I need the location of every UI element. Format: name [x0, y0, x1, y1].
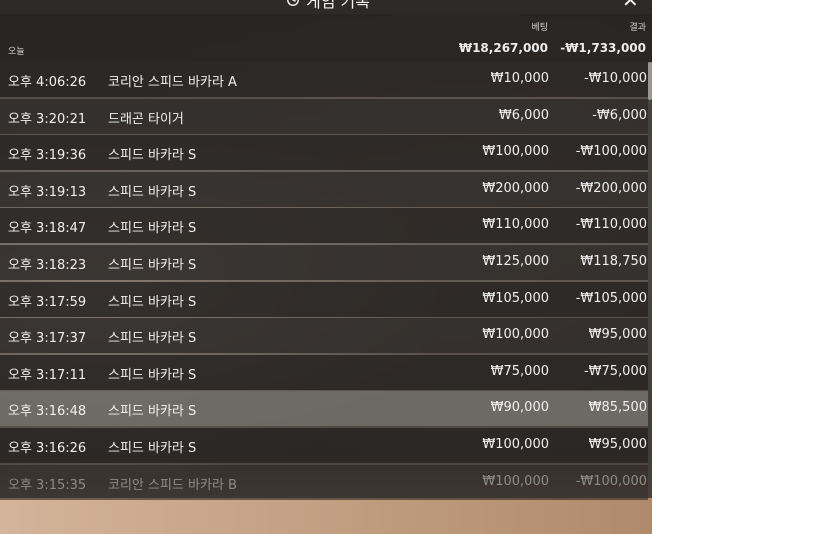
row-game-name: 스피드 바카라 S: [108, 148, 197, 164]
row-game-name: 스피드 바카라 S: [108, 184, 197, 200]
row-bet-amount: ₩100,000: [482, 436, 549, 452]
history-row[interactable]: 오후 3:17:11 스피드 바카라 S ₩75,000 -₩75,000: [0, 354, 648, 390]
row-result-amount: ₩95,000: [588, 327, 647, 343]
row-time: 오후 3:17:11: [8, 367, 87, 383]
history-row[interactable]: 오후 3:17:59 스피드 바카라 S ₩105,000 -₩105,000: [0, 281, 648, 317]
row-time: 오후 3:17:59: [8, 294, 87, 310]
row-time: 오후 3:17:37: [8, 331, 87, 347]
close-icon[interactable]: ✕: [622, 0, 639, 10]
row-result-amount: -₩100,000: [575, 473, 647, 489]
history-row[interactable]: 오후 3:15:35 코리안 스피드 바카라 B ₩100,000 -₩100,000: [0, 464, 648, 500]
row-result-amount: -₩75,000: [583, 363, 647, 379]
bet-column-header: 베팅: [531, 23, 548, 33]
row-time: 오후 3:19:36: [8, 148, 87, 164]
row-game-name: 드래곤 타이거: [108, 111, 184, 127]
panel-title-text: 게임 기록: [306, 0, 370, 11]
panel-title: 게임 기록: [286, 0, 370, 12]
row-bet-amount: ₩100,000: [482, 144, 549, 160]
row-time: 오후 4:06:26: [8, 75, 87, 90]
history-panel-titlebar: 게임 기록 ✕: [0, 0, 652, 14]
row-game-name: 스피드 바카라 S: [108, 367, 197, 383]
history-icon: [287, 0, 299, 6]
row-bet-amount: ₩100,000: [482, 327, 549, 343]
row-game-name: 스피드 바카라 S: [108, 221, 197, 237]
row-time: 오후 3:19:13: [8, 184, 87, 200]
scrollbar[interactable]: [648, 62, 652, 498]
row-game-name: 코리안 스피드 바카라 B: [108, 477, 237, 493]
row-game-name: 스피드 바카라 S: [108, 331, 197, 347]
row-game-name: 코리안 스피드 바카라 A: [108, 75, 237, 90]
row-time: 오후 3:16:26: [8, 440, 87, 456]
row-bet-amount: ₩110,000: [482, 217, 549, 233]
row-bet-amount: ₩10,000: [490, 71, 549, 86]
row-bet-amount: ₩105,000: [482, 290, 549, 306]
row-result-amount: -₩100,000: [575, 144, 647, 160]
history-row[interactable]: 오후 4:06:26 코리안 스피드 바카라 A ₩10,000 -₩10,000: [0, 62, 648, 97]
row-bet-amount: ₩75,000: [490, 363, 549, 379]
row-bet-amount: ₩100,000: [482, 473, 549, 489]
row-result-amount: -₩105,000: [575, 290, 647, 306]
row-time: 오후 3:15:35: [8, 477, 87, 493]
history-row[interactable]: 오후 3:18:23 스피드 바카라 S ₩125,000 ₩118,750: [0, 244, 648, 280]
row-bet-amount: ₩200,000: [482, 180, 549, 196]
row-game-name: 스피드 바카라 S: [108, 294, 197, 310]
row-time: 오후 3:18:47: [8, 221, 87, 237]
game-history-list: 오후 4:06:26 코리안 스피드 바카라 A ₩10,000 -₩10,000 오후…: [0, 62, 648, 500]
row-result-amount: -₩10,000: [583, 71, 647, 86]
history-row[interactable]: 오후 3:19:36 스피드 바카라 S ₩100,000 -₩100,000: [0, 135, 648, 171]
row-game-name: 스피드 바카라 S: [108, 440, 197, 456]
result-column-header: 결과: [629, 23, 646, 33]
scrollbar-thumb[interactable]: [648, 62, 652, 100]
history-header: 베팅 결과 오늘 ₩18,267,000 -₩1,733,000: [0, 14, 652, 62]
row-time: 오후 3:16:48: [8, 404, 87, 420]
row-result-amount: ₩95,000: [588, 436, 647, 452]
history-row[interactable]: 오후 3:16:48 스피드 바카라 S ₩90,000 ₩85,500: [0, 391, 648, 427]
history-row[interactable]: 오후 3:17:37 스피드 바카라 S ₩100,000 ₩95,000: [0, 318, 648, 354]
history-row[interactable]: 오후 3:20:21 드래곤 타이거 ₩6,000 -₩6,000: [0, 98, 648, 134]
date-group-label: 오늘: [8, 47, 25, 57]
row-game-name: 스피드 바카라 S: [108, 257, 197, 273]
table-surface: [0, 498, 652, 534]
row-time: 오후 3:18:23: [8, 257, 87, 273]
row-bet-amount: ₩6,000: [498, 107, 549, 123]
row-result-amount: -₩200,000: [575, 180, 647, 196]
live-casino-background: 게임 기록 ✕ 베팅 결과 오늘 ₩18,267,000 -₩1,733,000…: [0, 0, 652, 534]
row-result-amount: ₩118,750: [580, 253, 647, 269]
row-result-amount: -₩6,000: [592, 107, 647, 123]
row-bet-amount: ₩90,000: [490, 400, 549, 416]
bet-total: ₩18,267,000: [458, 41, 548, 55]
result-total: -₩1,733,000: [560, 41, 646, 55]
row-time: 오후 3:20:21: [8, 111, 87, 127]
row-result-amount: -₩110,000: [575, 217, 647, 233]
row-bet-amount: ₩125,000: [482, 253, 549, 269]
history-row[interactable]: 오후 3:19:13 스피드 바카라 S ₩200,000 -₩200,000: [0, 171, 648, 207]
history-row[interactable]: 오후 3:18:47 스피드 바카라 S ₩110,000 -₩110,000: [0, 208, 648, 244]
history-row[interactable]: 오후 3:16:26 스피드 바카라 S ₩100,000 ₩95,000: [0, 427, 648, 463]
row-result-amount: ₩85,500: [588, 400, 647, 416]
row-game-name: 스피드 바카라 S: [108, 404, 197, 420]
